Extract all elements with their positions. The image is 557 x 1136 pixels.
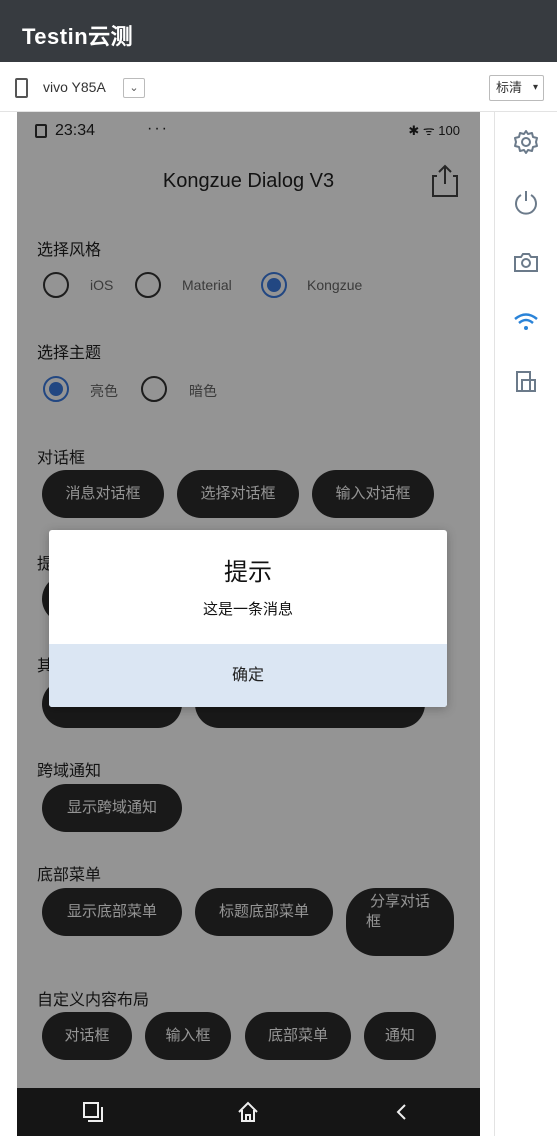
device-dropdown-button[interactable]: ⌄	[123, 78, 145, 98]
home-icon[interactable]	[236, 1100, 260, 1124]
back-icon[interactable]	[390, 1100, 414, 1124]
dialog-message: 这是一条消息	[202, 601, 293, 618]
wifi-icon[interactable]	[512, 308, 540, 336]
message-dialog: 提示 这是一条消息 确定	[49, 530, 447, 707]
dialog-title: 提示	[224, 559, 272, 586]
quality-select[interactable]: 标清 ▾	[489, 75, 544, 101]
dialog-ok-button[interactable]: 确定	[49, 644, 447, 707]
camera-icon[interactable]	[512, 248, 540, 276]
system-nav-bar	[17, 1088, 480, 1136]
quality-label: 标清	[496, 80, 523, 95]
rotate-screen-icon[interactable]	[512, 368, 540, 396]
recent-apps-icon[interactable]	[81, 1100, 105, 1124]
device-bar: vivo Y85A ⌄ 标清 ▾	[0, 62, 557, 112]
top-bar: Testin云测	[0, 0, 557, 62]
power-icon[interactable]	[512, 188, 540, 216]
brand-logo: Testin云测	[22, 24, 134, 49]
chevron-down-icon: ▾	[532, 82, 538, 93]
tool-sidebar	[496, 112, 557, 1136]
phone-icon	[15, 78, 28, 98]
device-name: vivo Y85A	[43, 79, 106, 95]
gear-icon[interactable]	[512, 128, 540, 156]
